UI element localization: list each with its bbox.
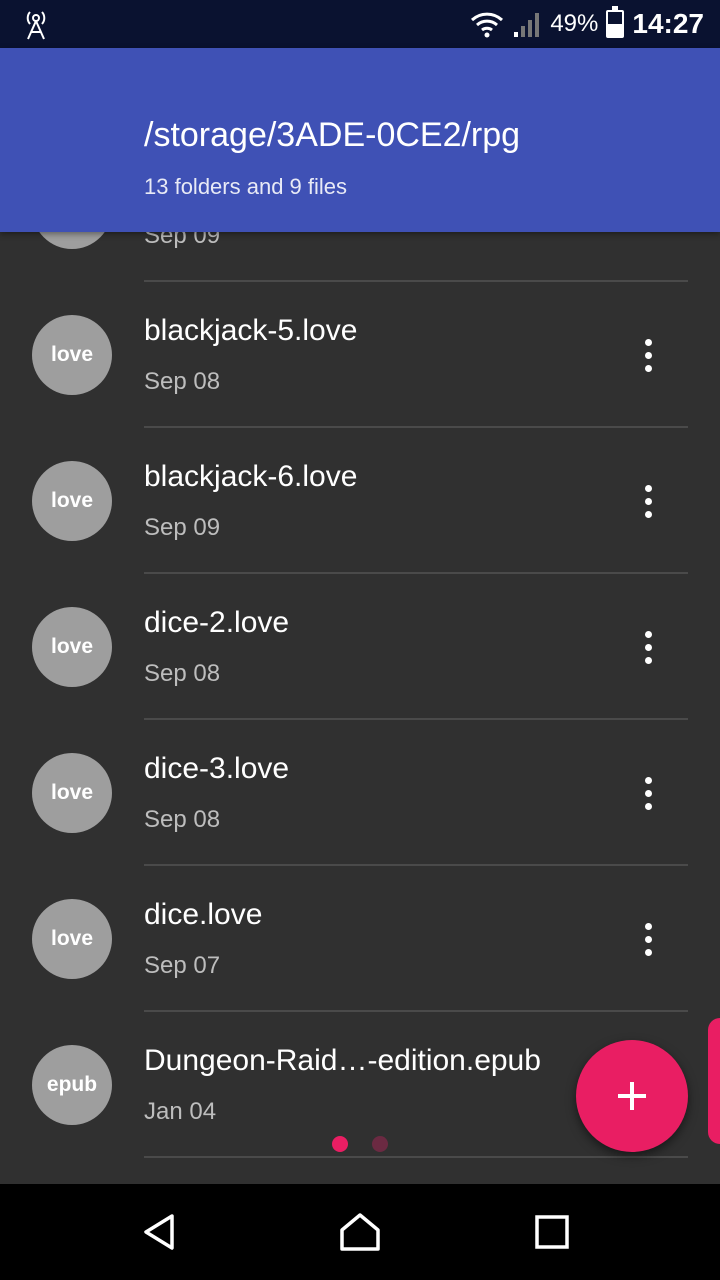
list-item[interactable]: love blackjack-5.love Sep 08 xyxy=(0,282,720,428)
file-date: Sep 08 xyxy=(144,368,221,395)
file-list[interactable]: Sep 09 love blackjack-5.love Sep 08 love bla… xyxy=(0,232,720,1184)
signal-icon xyxy=(514,13,540,37)
file-date: Jan 04 xyxy=(144,1098,217,1125)
more-vert-icon xyxy=(644,484,652,492)
plus-icon xyxy=(618,1082,646,1110)
list-item[interactable]: love blackjack-6.love Sep 09 xyxy=(0,428,720,574)
file-date: Sep 07 xyxy=(144,952,221,979)
overflow-menu-button[interactable] xyxy=(628,773,668,813)
page-dot xyxy=(372,1136,388,1152)
file-type-badge xyxy=(32,232,112,249)
add-button[interactable] xyxy=(576,1040,688,1152)
home-button[interactable] xyxy=(332,1204,388,1260)
file-type-badge: epub xyxy=(32,1045,112,1125)
file-type-badge: love xyxy=(32,899,112,979)
file-name: dice-2.love xyxy=(144,606,290,639)
clock: 14:27 xyxy=(632,8,704,39)
file-type-badge: love xyxy=(32,461,112,541)
file-name: dice.love xyxy=(144,898,263,931)
file-date: Sep 09 xyxy=(144,232,221,249)
status-bar: 49% 14:27 xyxy=(0,0,720,48)
overflow-menu-button[interactable] xyxy=(628,919,668,959)
file-type-badge: love xyxy=(32,607,112,687)
list-item[interactable]: Sep 09 xyxy=(0,232,720,282)
app-header: /storage/3ADE-0CE2/rpg 13 folders and 9 … xyxy=(0,48,720,232)
list-item[interactable]: love dice.love Sep 07 xyxy=(0,866,720,1012)
overflow-menu-button[interactable] xyxy=(628,627,668,667)
battery-percent: 49% xyxy=(550,10,599,37)
overflow-menu-button[interactable] xyxy=(628,335,668,375)
file-name: blackjack-6.love xyxy=(144,460,358,493)
file-name: blackjack-5.love xyxy=(144,314,358,347)
file-type-badge: love xyxy=(32,315,112,395)
page-indicator xyxy=(332,1136,388,1152)
more-vert-icon xyxy=(644,776,652,784)
file-type-badge: love xyxy=(32,753,112,833)
battery-icon xyxy=(606,6,625,38)
antenna-icon xyxy=(26,11,46,40)
recents-icon xyxy=(535,1215,569,1249)
more-vert-icon xyxy=(644,630,652,638)
wifi-icon xyxy=(471,12,504,38)
edge-indicator xyxy=(708,1018,720,1144)
navigation-bar xyxy=(0,1184,720,1280)
folder-summary: 13 folders and 9 files xyxy=(144,174,348,199)
back-icon xyxy=(144,1214,174,1250)
file-date: Sep 09 xyxy=(144,514,221,541)
back-button[interactable] xyxy=(132,1204,188,1260)
divider xyxy=(144,1156,688,1158)
list-item[interactable]: love dice-3.love Sep 08 xyxy=(0,720,720,866)
file-name: Dungeon-Raid…-edition.epub xyxy=(144,1044,541,1077)
file-date: Sep 08 xyxy=(144,660,221,687)
overflow-menu-button[interactable] xyxy=(628,481,668,521)
file-date: Sep 08 xyxy=(144,806,221,833)
page-dot-active xyxy=(332,1136,348,1152)
file-name: dice-3.love xyxy=(144,752,290,785)
more-vert-icon xyxy=(644,922,652,930)
list-item[interactable]: love dice-2.love Sep 08 xyxy=(0,574,720,720)
more-vert-icon xyxy=(644,338,652,346)
page-title: /storage/3ADE-0CE2/rpg xyxy=(144,116,521,154)
home-icon xyxy=(340,1213,380,1251)
recents-button[interactable] xyxy=(524,1204,580,1260)
